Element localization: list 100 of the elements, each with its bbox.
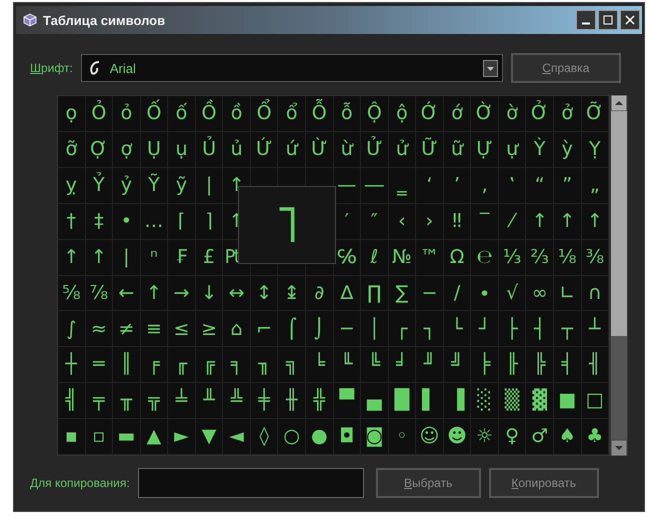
character-cell[interactable]: Ừ (311, 135, 328, 164)
character-cell[interactable]: Ổ (256, 99, 272, 128)
character-cell[interactable]: ⅝ (62, 278, 80, 308)
character-cell[interactable]: ố (176, 99, 188, 128)
character-cell[interactable]: Ỗ (312, 99, 327, 128)
character-cell[interactable]: ℓ (370, 242, 378, 272)
character-cell[interactable]: £ (202, 242, 216, 272)
character-cell[interactable]: ║ (120, 350, 132, 379)
character-cell[interactable]: ℮ (476, 242, 493, 272)
character-cell[interactable]: ↑ (586, 206, 603, 236)
character-cell[interactable]: ├ (506, 314, 518, 344)
character-cell[interactable]: ↔ (228, 278, 245, 308)
character-cell[interactable]: ▀ (339, 386, 354, 415)
character-cell[interactable]: ▬ (117, 422, 136, 451)
character-cell[interactable]: ┤ (534, 314, 546, 344)
character-cell[interactable]: “ (534, 170, 545, 200)
character-cell[interactable]: ╕ (230, 350, 242, 379)
character-cell[interactable]: ╪ (258, 386, 270, 415)
character-cell[interactable]: █ (394, 386, 410, 415)
character-cell[interactable]: Ỹ (148, 170, 160, 200)
character-cell[interactable]: ╢ (589, 350, 600, 379)
character-cell[interactable]: ≡ (146, 314, 162, 344)
character-cell[interactable]: ╜ (424, 350, 436, 379)
character-cell[interactable]: ‾ (480, 206, 490, 236)
character-cell[interactable]: • (120, 206, 132, 236)
character-cell[interactable]: ỹ (176, 170, 188, 200)
character-cell[interactable]: ☻ (447, 422, 467, 451)
character-cell[interactable]: ∆ (340, 278, 354, 308)
character-cell[interactable]: ╓ (176, 350, 188, 379)
character-cell[interactable]: ‹ (398, 206, 406, 236)
character-cell[interactable]: ◊ (259, 422, 269, 451)
copy-button[interactable]: Копировать (488, 468, 599, 498)
character-cell[interactable]: ⌉ (205, 206, 213, 236)
character-cell[interactable]: ═ (93, 350, 105, 379)
character-cell[interactable]: ▪ (64, 422, 78, 451)
character-cell[interactable]: ở (561, 99, 574, 128)
character-cell[interactable]: ╬ (314, 386, 325, 415)
select-button[interactable]: Выбрать (376, 468, 481, 498)
character-cell[interactable]: ≤ (174, 314, 190, 344)
help-button[interactable]: Справка (510, 53, 621, 83)
scrollbar[interactable] (610, 95, 628, 456)
character-cell[interactable]: Ớ (420, 99, 438, 128)
character-cell[interactable]: ↨ (284, 278, 300, 308)
character-cell[interactable]: ∕ (454, 278, 460, 308)
character-cell[interactable]: ╨ (203, 386, 215, 415)
character-cell[interactable]: ‘ (426, 170, 432, 200)
character-cell[interactable]: ỷ (120, 170, 132, 200)
character-cell[interactable]: ┬ (562, 314, 573, 344)
character-cell[interactable]: ∏ (367, 278, 382, 308)
character-cell[interactable]: ớ (451, 99, 463, 128)
character-cell[interactable]: ▫ (92, 422, 106, 451)
character-cell[interactable]: □ (586, 386, 604, 415)
character-cell[interactable]: ≠ (118, 314, 134, 344)
character-cell[interactable]: Ữ (421, 135, 438, 164)
character-cell[interactable]: ╛ (396, 350, 408, 379)
character-cell[interactable]: ⅛ (558, 242, 576, 272)
character-cell[interactable]: ⅞ (90, 278, 108, 308)
character-cell[interactable]: Ω (450, 242, 464, 272)
character-cell[interactable]: Ỏ (91, 99, 106, 128)
character-cell[interactable]: ╝ (451, 350, 463, 379)
character-cell[interactable]: Ộ (366, 99, 382, 128)
character-cell[interactable]: ╥ (120, 386, 132, 415)
character-cell[interactable]: ╦ (148, 386, 160, 415)
character-cell[interactable]: ◘ (339, 422, 354, 451)
character-cell[interactable]: › (426, 206, 434, 236)
character-cell[interactable]: ỳ (562, 135, 573, 164)
character-cell[interactable]: ╡ (562, 350, 573, 379)
character-cell[interactable]: Ỷ (93, 170, 105, 200)
character-cell[interactable]: ▐ (450, 386, 464, 415)
character-cell[interactable]: ↑ (63, 242, 80, 272)
character-cell[interactable]: „ (590, 170, 600, 200)
character-cell[interactable]: ⅓ (502, 242, 522, 272)
character-cell[interactable]: ╒ (148, 350, 160, 379)
character-cell[interactable]: Ờ (476, 99, 494, 128)
character-cell[interactable]: ử (396, 135, 408, 164)
character-cell[interactable]: ― (364, 170, 384, 200)
character-cell[interactable]: Ỵ (588, 135, 601, 164)
character-cell[interactable]: ╘ (314, 350, 325, 379)
character-cell[interactable]: ♂ (531, 422, 548, 451)
character-cell[interactable]: ↑ (532, 206, 548, 236)
character-cell[interactable]: Ồ (202, 99, 217, 128)
character-cell[interactable]: ► (174, 422, 189, 451)
character-cell[interactable]: Ỡ (586, 99, 604, 128)
character-cell[interactable]: ╠ (534, 350, 546, 379)
character-cell[interactable]: ≈ (90, 314, 107, 344)
character-cell[interactable]: ∑ (396, 278, 408, 308)
character-cell[interactable]: ự (506, 135, 518, 164)
character-cell[interactable]: ╟ (506, 350, 518, 379)
character-cell[interactable]: ∫ (66, 314, 76, 344)
character-cell[interactable]: ╩ (230, 386, 242, 415)
character-cell[interactable]: ứ (286, 135, 298, 164)
character-cell[interactable]: ╗ (286, 350, 298, 379)
character-cell[interactable]: ỵ (66, 170, 77, 200)
character-cell[interactable]: ┘ (478, 314, 490, 344)
character-cell[interactable]: ’ (454, 170, 460, 200)
character-cell[interactable]: ▲ (146, 422, 162, 451)
character-cell[interactable]: ░ (477, 386, 492, 415)
character-cell[interactable]: ∩ (588, 278, 602, 308)
character-cell[interactable]: Ủ (202, 135, 216, 164)
character-cell[interactable]: Ử (366, 135, 382, 164)
